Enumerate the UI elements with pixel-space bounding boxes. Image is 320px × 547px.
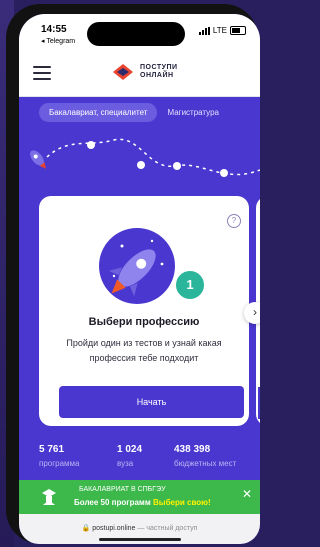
url-domain: postupi.online [92,525,136,532]
logo[interactable]: ПОСТУПИ ОНЛАЙН [111,62,178,82]
path-decoration [30,138,260,177]
back-to-telegram-link[interactable]: ◂ Telegram [41,37,75,45]
test-card: ? 1 Выбери профессию Пройди один из тест… [39,196,249,426]
banner-subtitle: Более 50 программ Выбери свою! [74,498,211,507]
logo-text-line2: ОНЛАЙН [140,72,174,79]
menu-icon[interactable] [33,66,51,80]
url-suffix: — частный доступ [137,525,198,532]
graduate-icon [42,489,56,505]
status-bar: 14:55 ◂ Telegram LTE [19,14,260,54]
status-icons: LTE [198,26,246,35]
stat-value: 438 398 [174,444,211,455]
battery-icon [230,26,246,35]
card-title: Выбери профессию [88,316,200,328]
screen: 14:55 ◂ Telegram LTE ПОСТУПИ ОНЛАЙН Бака… [19,14,260,544]
stat-label: вуза [117,459,134,468]
tab-bachelor[interactable]: Бакалавриат, специалитет [39,103,158,122]
info-icon[interactable]: ? [227,214,241,228]
stat-value: 5 761 [39,444,65,455]
banner-subtitle-text: Более 50 программ [74,498,151,507]
lock-icon: 🔒 [81,525,91,532]
logo-mark-icon [113,64,133,80]
stat-label: программа [39,459,80,468]
carrier-label: LTE [212,26,227,35]
logo-text-line1: ПОСТУПИ [140,64,178,71]
phone-frame: 14:55 ◂ Telegram LTE ПОСТУПИ ОНЛАЙН Бака… [6,4,260,544]
stat-value: 1 024 [117,444,143,455]
banner-title: БАКАЛАВРИАТ В СПБГЭУ [79,486,166,493]
promo-banner[interactable]: БАКАЛАВРИАТ В СПБГЭУ Более 50 программ В… [19,480,260,514]
close-icon[interactable]: ✕ [242,487,252,501]
stat-label: бюджетных мест [174,459,237,468]
signal-icon [198,26,210,35]
step-badge: 1 [173,268,207,302]
dynamic-island [87,22,185,46]
tab-master[interactable]: Магистратура [167,108,219,117]
browser-url-bar[interactable]: 🔒 postupi.online — частный доступ [19,514,260,544]
site-header: ПОСТУПИ ОНЛАЙН [19,54,260,97]
stats-row: 5 761 программа 1 024 вуза 438 398 бюдже… [19,438,260,478]
url-text: 🔒 postupi.online — частный доступ [19,524,260,532]
start-button[interactable]: Начать [59,386,244,418]
education-level-tabs: Бакалавриат, специалитет Магистратура [39,103,219,122]
stat-budget-places: 438 398 бюджетных мест [174,444,236,468]
banner-highlight: Выбери свою! [153,498,211,507]
stat-programs: 5 761 программа [39,444,80,468]
stat-universities: 1 024 вуза [117,444,142,468]
home-indicator[interactable] [99,538,181,541]
status-time: 14:55 [41,24,67,35]
card-description: Пройди один из тестов и узнай какая проф… [66,338,222,363]
chevron-right-icon[interactable]: › [244,302,260,324]
next-card-button-peek[interactable] [258,387,260,419]
